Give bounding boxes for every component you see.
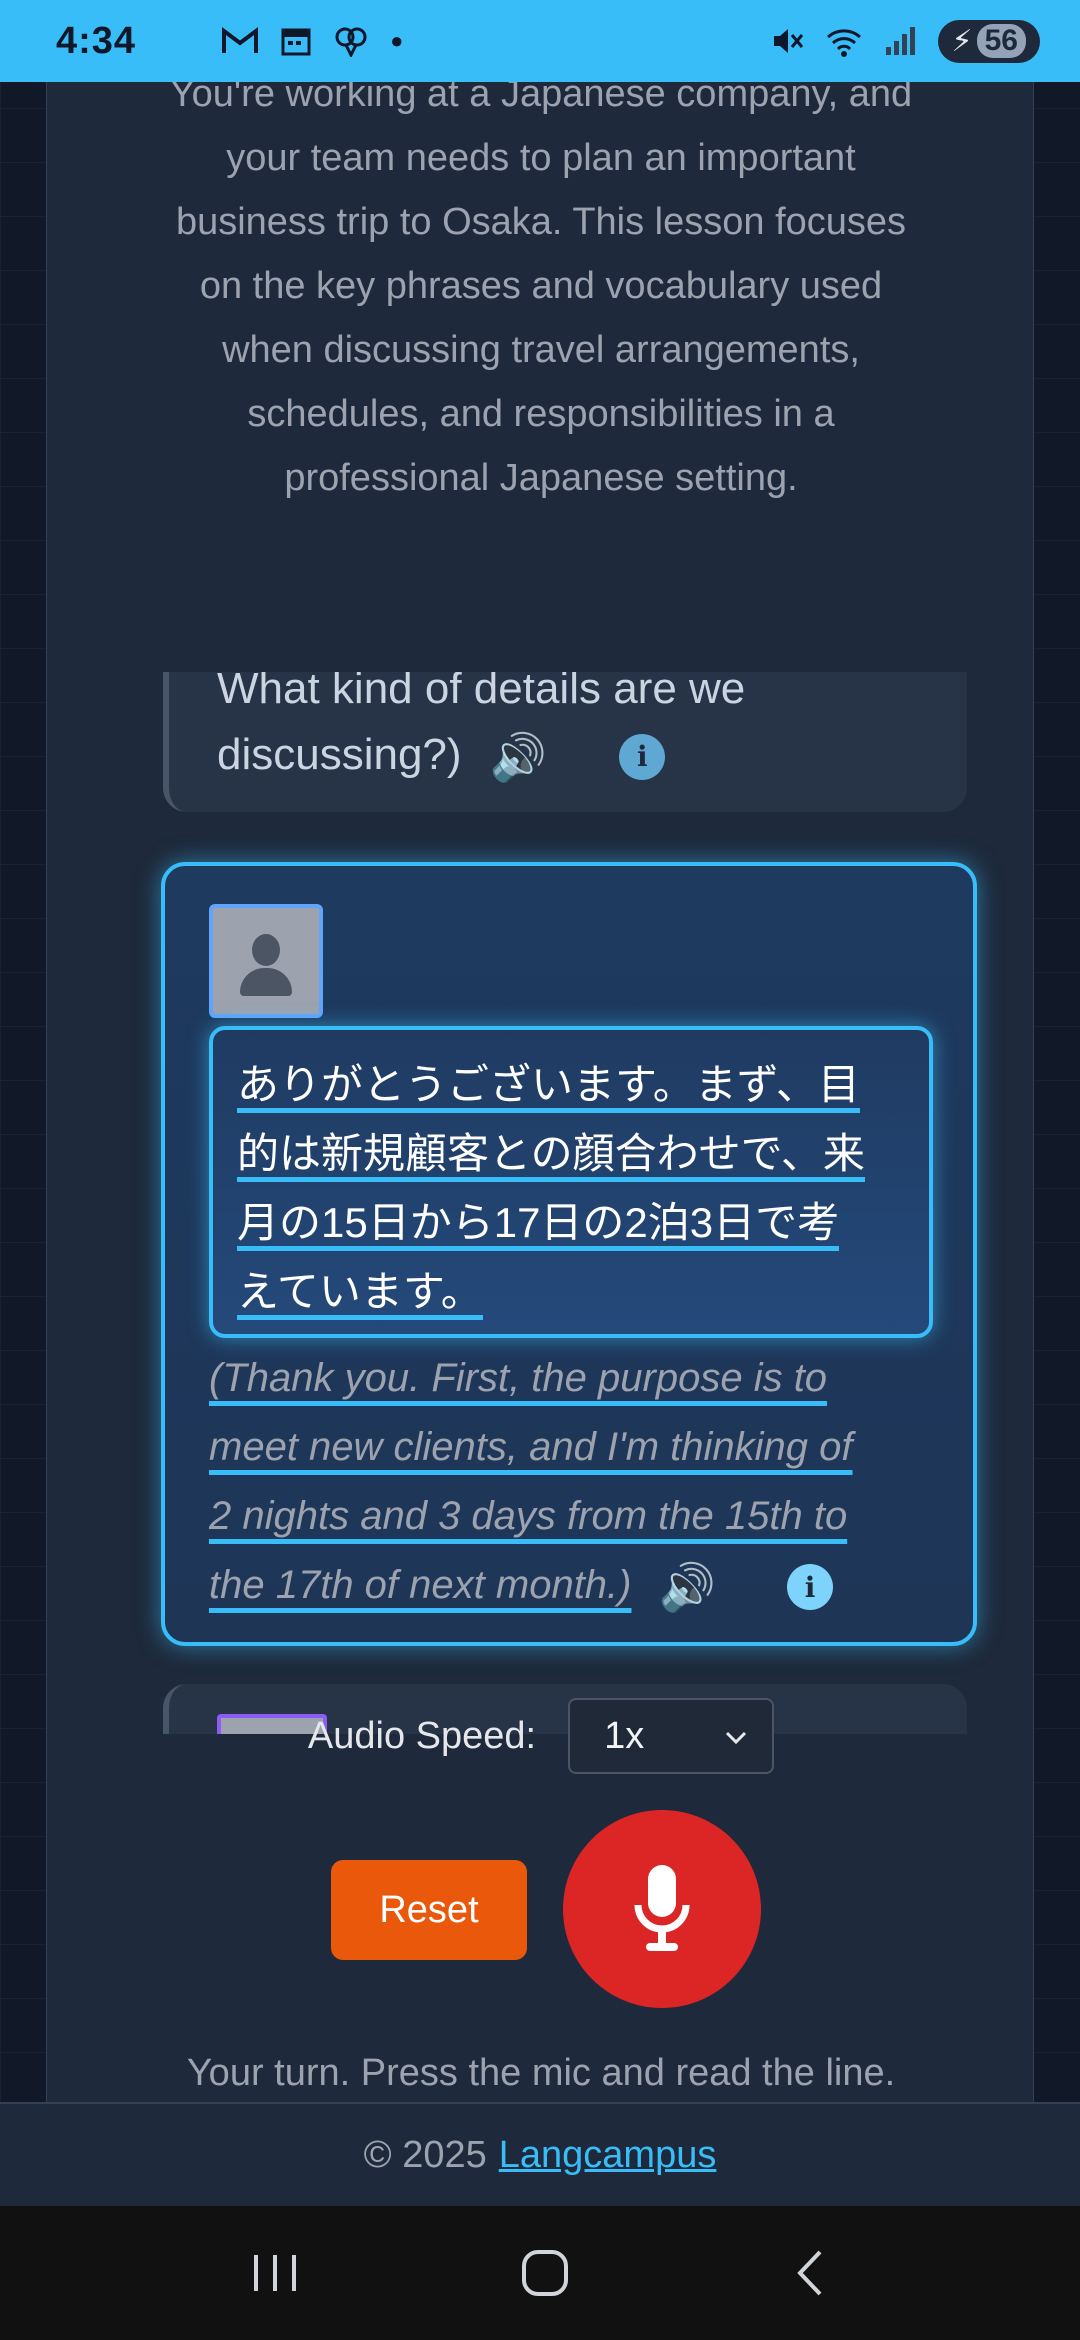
mic-button[interactable] [563, 1810, 761, 2008]
message-text: What kind of details are we [217, 672, 746, 713]
battery-indicator: ⚡ 56 [937, 19, 1040, 63]
intro-line: professional Japanese setting. [284, 457, 798, 499]
copyright-text: © 2025 [363, 2133, 487, 2176]
intro-line: when discussing travel arrangements, [222, 329, 860, 371]
chevron-down-icon [724, 1721, 748, 1752]
signal-icon [885, 27, 915, 55]
japanese-text: 月の15日から17日の2泊3日で考 [237, 1199, 840, 1251]
audio-speed-select[interactable]: 1x [568, 1698, 775, 1774]
battery-level: 56 [976, 24, 1026, 58]
speaker-icon[interactable]: 🔊 [490, 724, 547, 790]
calendar-icon [281, 28, 311, 56]
translation-text: 2 nights and 3 days from the 15th to [209, 1494, 848, 1538]
notification-icons: ● [222, 25, 403, 57]
message-text: discussing?) [217, 730, 462, 779]
status-right: ⚡ 56 [770, 19, 1040, 63]
dialogue-message-previous: What kind of details are we discussing?)… [163, 672, 967, 812]
wifi-icon [826, 29, 861, 57]
avatar [209, 904, 323, 1018]
lesson-intro: You're working at a Japanese company, an… [87, 82, 995, 502]
intro-line: schedules, and responsibilities in a [247, 393, 835, 435]
gmail-icon [222, 27, 259, 53]
lesson-card: You're working at a Japanese company, an… [46, 82, 1034, 2102]
audio-speed-value: 1x [604, 1714, 645, 1757]
brain-icon [335, 27, 367, 57]
audio-speed-row: Audio Speed: 1x [47, 1696, 1035, 1776]
charging-icon: ⚡ [951, 24, 973, 58]
dot-icon: ● [390, 28, 404, 53]
intro-line: your team needs to plan an important [226, 137, 856, 179]
english-translation: (Thank you. First, the purpose is to mee… [209, 1344, 949, 1622]
dialogue-message-current: ありがとうございます。まず、目 的は新規顧客との顔合わせで、来 月の15日から1… [161, 862, 977, 1646]
japanese-text: 的は新規顧客との顔合わせで、来 [237, 1130, 865, 1182]
audio-speed-label: Audio Speed: [307, 1714, 537, 1757]
home-icon[interactable] [520, 2248, 570, 2298]
status-time: 4:34 [56, 19, 137, 62]
reset-button[interactable]: Reset [331, 1860, 527, 1960]
japanese-line: ありがとうございます。まず、目 的は新規顧客との顔合わせで、来 月の15日から1… [209, 1026, 933, 1338]
speaker-icon[interactable]: 🔊 [659, 1553, 716, 1622]
dialogue-scroll-area[interactable]: What kind of details are we discussing?)… [115, 672, 1015, 1734]
translation-text: meet new clients, and I'm thinking of [209, 1425, 853, 1469]
info-icon[interactable]: i [619, 734, 666, 781]
translation-text: the 17th of next month.) [209, 1563, 632, 1607]
footer: © 2025 Langcampus [0, 2102, 1080, 2206]
back-icon[interactable] [790, 2248, 830, 2298]
translation-text: (Thank you. First, the purpose is to [209, 1356, 828, 1400]
intro-line: You're working at a Japanese company, an… [169, 82, 913, 115]
intro-line: business trip to Osaka. This lesson focu… [175, 201, 907, 243]
recent-apps-icon[interactable] [250, 2251, 300, 2295]
langcampus-link[interactable]: Langcampus [499, 2134, 717, 2177]
turn-instruction: Your turn. Press the mic and read the li… [186, 2052, 896, 2094]
intro-line: on the key phrases and vocabulary used [199, 265, 883, 307]
japanese-text: ありがとうございます。まず、目 [237, 1061, 860, 1113]
microphone-icon [634, 1865, 690, 1951]
status-bar: 4:34 ● ⚡ 56 [0, 0, 1080, 82]
info-icon[interactable]: i [787, 1564, 834, 1611]
mute-icon [773, 29, 803, 53]
japanese-text: えています。 [237, 1268, 483, 1320]
controls: Reset [47, 1810, 1035, 2010]
system-nav-bar [0, 2206, 1080, 2340]
